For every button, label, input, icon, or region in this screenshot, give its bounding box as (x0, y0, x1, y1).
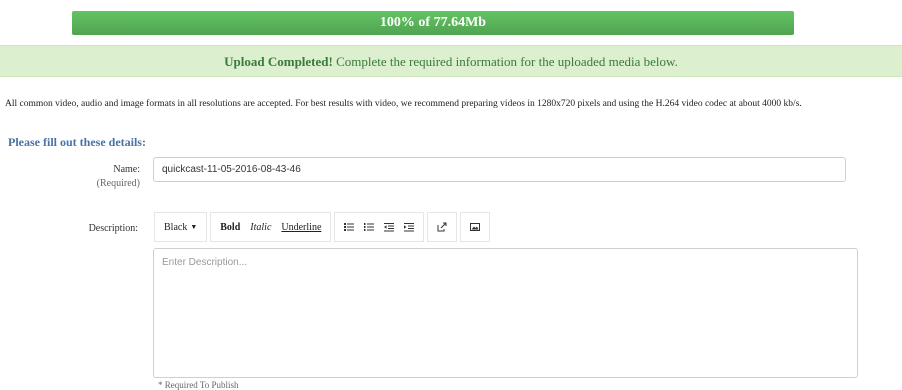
description-textarea[interactable]: Enter Description... (153, 248, 858, 378)
progress-label: 100% of 77.64Mb (379, 15, 487, 30)
unordered-list-icon (344, 223, 355, 231)
text-color-dropdown[interactable]: Black ▼ (159, 213, 202, 241)
insert-image-button[interactable] (465, 213, 485, 241)
text-color-label: Black (164, 221, 188, 233)
image-icon (470, 223, 481, 231)
ordered-list-icon (364, 223, 375, 231)
format-info-text: All common video, audio and image format… (5, 99, 802, 109)
underline-button[interactable]: Underline (276, 213, 326, 241)
italic-button[interactable]: Italic (245, 213, 276, 241)
details-heading: Please fill out these details: (8, 135, 146, 149)
image-group (460, 212, 491, 242)
unordered-list-button[interactable] (339, 213, 359, 241)
link-icon (437, 222, 447, 232)
name-input[interactable]: quickcast-11-05-2016-08-43-46 (153, 157, 846, 182)
editor-toolbar: Black ▼ Bold Italic Underline (154, 212, 491, 242)
color-dropdown-group: Black ▼ (154, 212, 208, 242)
outdent-button[interactable] (379, 213, 399, 241)
name-label: Name: (113, 164, 140, 175)
upload-success-banner: Upload Completed! Complete the required … (0, 45, 902, 77)
text-style-group: Bold Italic Underline (210, 212, 332, 242)
upload-success-message: Complete the required information for th… (332, 54, 678, 69)
description-label: Description: (88, 223, 138, 234)
upload-success-title: Upload Completed! (224, 54, 333, 69)
list-group (334, 212, 425, 242)
upload-progress-bar: 100% of 77.64Mb (72, 11, 794, 35)
insert-link-button[interactable] (432, 213, 452, 241)
caret-down-icon: ▼ (190, 223, 198, 231)
link-group (427, 212, 458, 242)
ordered-list-button[interactable] (359, 213, 379, 241)
indent-icon (404, 223, 415, 232)
outdent-icon (384, 223, 395, 232)
bold-button[interactable]: Bold (215, 213, 245, 241)
indent-button[interactable] (399, 213, 419, 241)
name-required-label: (Required) (96, 178, 140, 189)
